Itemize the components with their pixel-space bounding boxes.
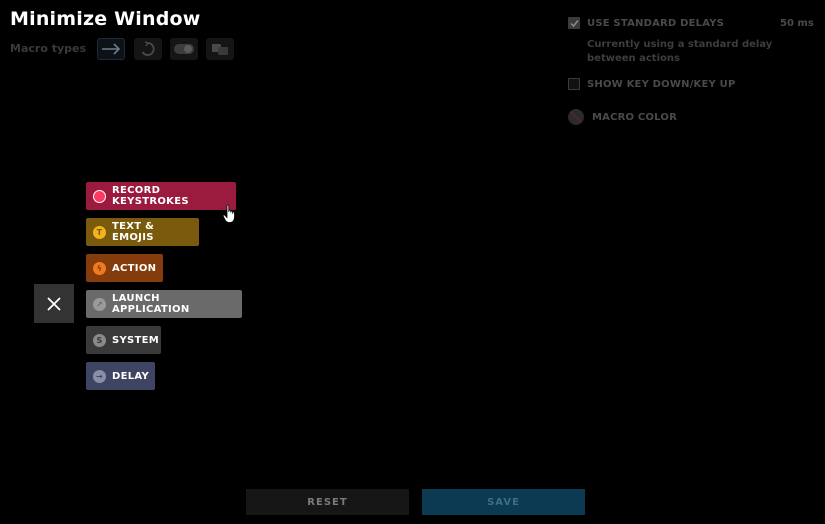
- standard-delays-label: USE STANDARD DELAYS: [587, 18, 725, 29]
- system-icon: S: [93, 333, 106, 347]
- sequence-icon: [212, 44, 228, 55]
- toggle-icon: [174, 44, 194, 54]
- system-button[interactable]: S SYSTEM: [86, 326, 161, 354]
- standard-delays-checkbox[interactable]: [568, 17, 580, 29]
- close-icon: [47, 296, 61, 311]
- text-icon: T: [93, 225, 106, 239]
- menu-item-label: LAUNCH APPLICATION: [112, 293, 190, 315]
- key-down-up-label: SHOW KEY DOWN/KEY UP: [587, 79, 736, 90]
- record-keystrokes-button[interactable]: RECORD KEYSTROKES: [86, 182, 236, 210]
- menu-item-label: ACTION: [112, 262, 157, 274]
- menu-item-label: SYSTEM: [112, 334, 160, 346]
- macro-color-label: MACRO COLOR: [592, 112, 677, 123]
- macro-color-swatch[interactable]: [568, 109, 584, 125]
- action-button[interactable]: ϟ ACTION: [86, 254, 163, 282]
- menu-item-label: DELAY: [112, 370, 150, 382]
- launch-application-button[interactable]: ↗ LAUNCH APPLICATION: [86, 290, 242, 318]
- page-title: Minimize Window: [10, 8, 201, 30]
- key-down-up-checkbox[interactable]: [568, 78, 580, 90]
- checkmark-icon: [570, 20, 579, 28]
- standard-delays-description: Currently using a standard delay between…: [587, 39, 773, 64]
- macro-types-label: Macro types: [10, 42, 87, 55]
- record-icon: [93, 189, 106, 203]
- save-button[interactable]: SAVE: [422, 489, 585, 515]
- text-emojis-button[interactable]: T TEXT & EMOJIS: [86, 218, 199, 246]
- no-color-icon: [568, 109, 584, 125]
- menu-item-label: TEXT & EMOJIS: [112, 221, 155, 243]
- delay-icon: →: [93, 369, 106, 383]
- reset-button[interactable]: RESET: [246, 489, 409, 515]
- lightning-icon: ϟ: [93, 261, 106, 275]
- macro-type-toggle-button[interactable]: [170, 38, 198, 60]
- standard-delays-value[interactable]: 50 ms: [780, 18, 814, 29]
- close-menu-button[interactable]: [34, 284, 74, 323]
- macro-type-repeat-button[interactable]: [134, 38, 162, 60]
- delay-button[interactable]: → DELAY: [86, 362, 155, 390]
- macro-type-sequence-button[interactable]: [206, 38, 234, 60]
- menu-item-label: RECORD KEYSTROKES: [112, 185, 189, 207]
- launch-icon: ↗: [93, 297, 106, 311]
- arrow-right-icon: [102, 43, 121, 55]
- repeat-icon: [141, 41, 155, 56]
- macro-type-arrow-button[interactable]: [97, 38, 125, 60]
- hand-cursor-icon: [222, 204, 235, 223]
